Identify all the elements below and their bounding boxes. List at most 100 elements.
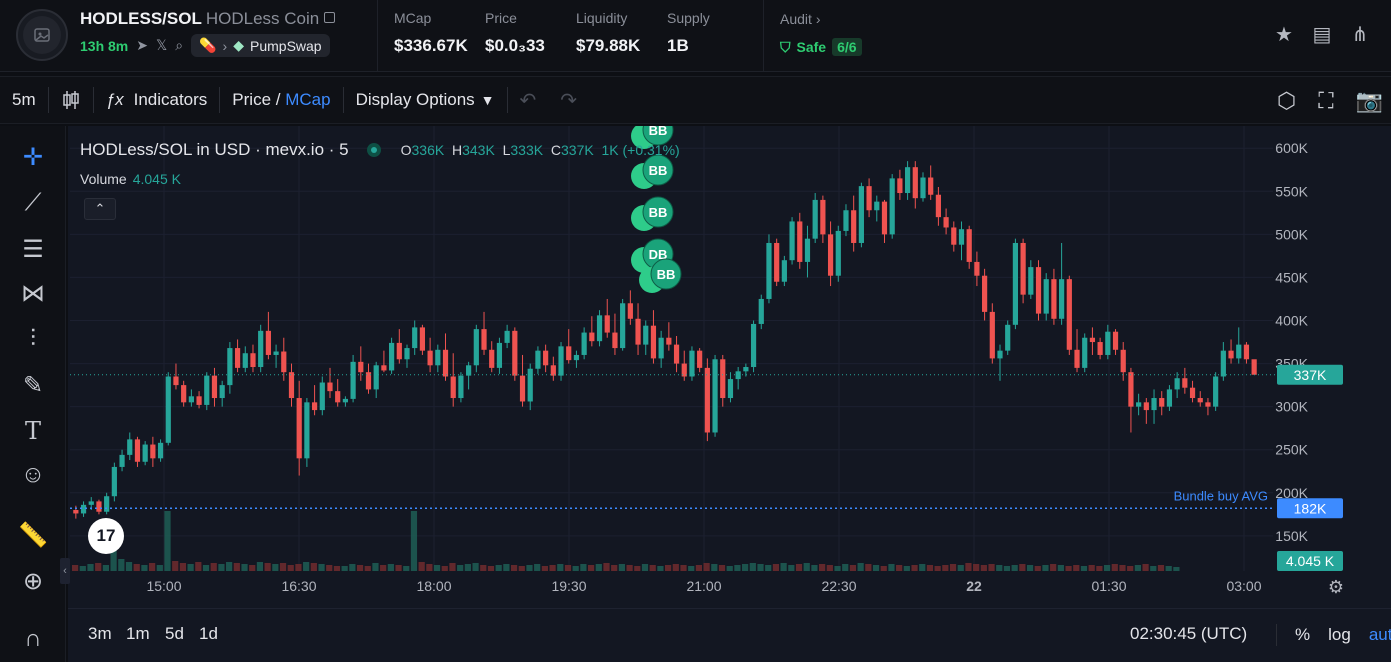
auto-scale-button[interactable]: auto: [1369, 625, 1391, 645]
timeframe-1d[interactable]: 1d: [199, 624, 218, 644]
share-icon[interactable]: ⋔: [1349, 22, 1371, 47]
utc-clock[interactable]: 02:30:45 (UTC): [1130, 624, 1247, 644]
stat-liquidity: Liquidity $79.88K: [576, 10, 640, 56]
chart-canvas[interactable]: 15:00 16:30 18:00 19:30 21:00 22:30 22 01:30 03:…: [68, 126, 1391, 608]
redo-button[interactable]: ↷: [548, 77, 589, 123]
candle-body: [658, 337, 664, 359]
timeframe-5d[interactable]: 5d: [165, 624, 184, 644]
zoom-tool[interactable]: ⊕: [16, 564, 50, 598]
copy-icon[interactable]: [324, 12, 336, 23]
interval-button[interactable]: 5m: [0, 77, 48, 123]
candle-body: [543, 350, 549, 366]
trendline-tool[interactable]: ⟋: [16, 186, 50, 220]
candle-body: [566, 346, 572, 361]
camera-icon[interactable]: 📷: [1356, 88, 1383, 114]
volume-bar: [395, 565, 402, 571]
candle-body: [1105, 331, 1111, 355]
volume-bar: [1003, 566, 1011, 571]
candle-body: [1236, 344, 1242, 359]
volume-bar: [149, 563, 156, 571]
candle-body: [404, 348, 410, 360]
log-scale-button[interactable]: log: [1328, 625, 1351, 645]
collapse-legend-button[interactable]: ⌃: [84, 198, 116, 220]
smiley-icon: ☺: [20, 461, 46, 488]
candle-body: [342, 398, 348, 403]
volume-bar: [95, 563, 102, 571]
candle-body: [466, 365, 472, 376]
volume-bar: [1111, 564, 1118, 571]
x-icon[interactable]: 𝕏: [156, 37, 167, 54]
chevron-right-icon: ›: [222, 37, 228, 54]
live-status-icon: [366, 143, 381, 157]
projection-icon: ⫶: [30, 325, 36, 352]
candle-body: [604, 315, 610, 333]
prediction-tool[interactable]: ⫶: [16, 322, 50, 356]
candle-body: [1174, 378, 1180, 390]
candle-body: [650, 325, 657, 359]
star-icon[interactable]: ★: [1273, 22, 1295, 47]
emoji-tool[interactable]: ☺: [16, 458, 50, 492]
candle-body: [535, 350, 541, 369]
indicators-button[interactable]: ƒx Indicators: [94, 77, 220, 123]
candle-body: [435, 349, 441, 366]
candle-body: [419, 327, 426, 351]
tradingview-logo[interactable]: 17: [88, 518, 124, 554]
volume-bar: [356, 565, 364, 571]
candle-body: [889, 178, 895, 235]
volume-bar: [272, 564, 279, 571]
volume-bar: [695, 565, 703, 571]
candle-body: [673, 344, 680, 364]
horizontal-lines-icon: ☰: [22, 235, 44, 263]
timeframe-1m[interactable]: 1m: [126, 624, 150, 644]
telegram-icon[interactable]: ➤: [136, 37, 148, 54]
coin-name: HODLess Coin: [205, 9, 320, 28]
fullscreen-icon[interactable]: ⛶: [1318, 88, 1333, 114]
text-tool[interactable]: T: [16, 414, 50, 448]
volume-badge-label: 4.045 K: [1286, 553, 1335, 569]
percent-scale-button[interactable]: %: [1295, 625, 1310, 645]
search-icon[interactable]: ⌕: [175, 37, 183, 54]
x-tick-label: 15:00: [146, 578, 181, 594]
magnet-tool[interactable]: ∩: [16, 622, 50, 656]
pattern-tool[interactable]: ⋈: [16, 276, 50, 310]
volume-bar: [534, 564, 541, 571]
drawing-toolbar: ✛ ⟋ ☰ ⋈ ⫶ ✎ T ☺ 📏 ⊕ ∩: [0, 126, 66, 662]
volume-bar: [911, 565, 918, 571]
volume-bar: [926, 565, 934, 571]
display-options-button[interactable]: Display Options ▼: [344, 77, 507, 123]
settings-hexagon-icon[interactable]: ⬡: [1277, 88, 1296, 114]
volume-bar: [888, 564, 895, 571]
volume-bar: [688, 566, 695, 571]
volume-bar: [380, 565, 387, 571]
volume-bar: [680, 565, 687, 571]
display-options-label: Display Options: [355, 90, 475, 109]
close-label: C: [550, 142, 561, 158]
audit-link[interactable]: Audit ›: [780, 11, 820, 27]
candle-body: [427, 350, 433, 366]
volume-bar: [218, 564, 225, 571]
brush-tool[interactable]: ✎: [16, 368, 50, 402]
volume-bar: [603, 563, 610, 571]
axis-settings-icon[interactable]: ⚙: [1328, 577, 1344, 598]
price-mcap-toggle[interactable]: Price / MCap: [220, 77, 342, 123]
undo-button[interactable]: ↶: [508, 77, 549, 123]
candle-body: [1213, 376, 1219, 407]
candle-body: [712, 359, 718, 433]
volume-bar: [611, 565, 618, 571]
candle-body: [1112, 331, 1119, 350]
candle-body: [743, 367, 749, 372]
candle-body: [381, 365, 387, 371]
chart-compare-icon[interactable]: ▤: [1311, 22, 1333, 47]
candle-type-button[interactable]: [49, 77, 93, 123]
volume-bar: [718, 565, 726, 571]
price-chart[interactable]: 15:00 16:30 18:00 19:30 21:00 22:30 22 01:30 03:…: [60, 126, 1391, 608]
stat-value: 1B: [667, 36, 689, 55]
candle-body: [150, 444, 156, 459]
crosshair-tool[interactable]: ✛: [16, 140, 50, 174]
fib-tool[interactable]: ☰: [16, 232, 50, 266]
dex-badge[interactable]: 💊 › ◆ PumpSwap: [191, 34, 330, 57]
collapse-toolbar-button[interactable]: ‹: [60, 558, 70, 584]
bundle-value-label: 182K: [1294, 500, 1327, 516]
ruler-tool[interactable]: 📏: [16, 518, 50, 552]
timeframe-3m[interactable]: 3m: [88, 624, 112, 644]
